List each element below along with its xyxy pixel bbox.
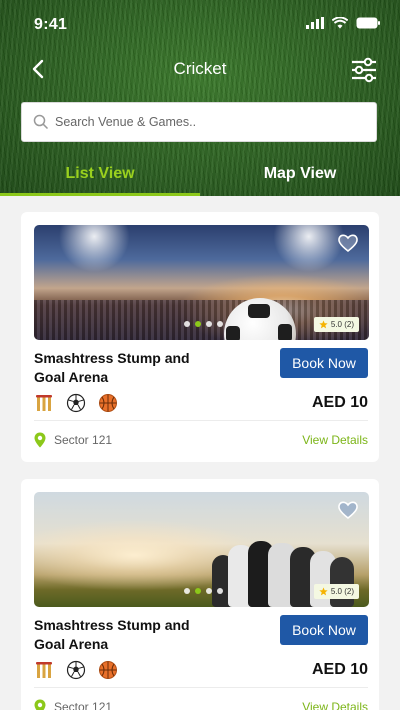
- location-pin-icon: [34, 432, 46, 448]
- status-icons: [306, 17, 380, 29]
- venue-image: 5.0 (2): [34, 225, 369, 340]
- venue-name: Smashtress Stump and Goal Arena: [34, 350, 190, 385]
- card-divider: [34, 687, 368, 688]
- book-now-button[interactable]: Book Now: [280, 615, 368, 645]
- carousel-dot[interactable]: [206, 321, 212, 327]
- page-title: Cricket: [173, 59, 227, 78]
- cricket-icon: [36, 662, 52, 678]
- header-background: 9:41 Cricket Search Venue & Games.. List…: [0, 0, 400, 196]
- carousel-dot-active[interactable]: [195, 588, 201, 594]
- carousel-dot[interactable]: [184, 321, 190, 327]
- venue-price: AED 10: [311, 394, 368, 411]
- favorite-icon[interactable]: [337, 500, 359, 520]
- venue-price: AED 10: [311, 661, 368, 678]
- venue-location: Sector 121: [54, 700, 113, 710]
- rating-value: 5.0 (2): [330, 320, 354, 329]
- carousel-dot[interactable]: [217, 321, 223, 327]
- favorite-icon[interactable]: [337, 233, 359, 253]
- venue-location: Sector 121: [54, 433, 113, 447]
- basketball-icon: [99, 661, 117, 679]
- filter-icon[interactable]: [350, 56, 378, 84]
- carousel-dots: [184, 321, 223, 327]
- location-row: Sector 121: [34, 699, 112, 710]
- view-tabs: List View Map View: [0, 156, 400, 196]
- sports-list: [34, 393, 118, 413]
- basketball-icon: [99, 394, 117, 412]
- rating-value: 5.0 (2): [330, 587, 354, 596]
- search-input[interactable]: [55, 103, 365, 141]
- sports-list: [34, 660, 118, 680]
- signal-icon: [306, 17, 324, 29]
- card-divider: [34, 420, 368, 421]
- view-details-link[interactable]: View Details: [302, 700, 368, 710]
- football-icon: [66, 660, 86, 680]
- venue-card[interactable]: 5.0 (2) Smashtress Stump and Goal Arena …: [21, 212, 379, 462]
- rating-badge: 5.0 (2): [313, 584, 359, 599]
- battery-icon: [356, 17, 380, 29]
- carousel-dots: [184, 588, 223, 594]
- football-icon: [66, 393, 86, 413]
- wifi-icon: [332, 17, 348, 29]
- carousel-dot[interactable]: [184, 588, 190, 594]
- tab-list-view[interactable]: List View: [0, 156, 200, 196]
- status-time: 9:41: [34, 16, 68, 33]
- active-tab-indicator: [0, 193, 200, 196]
- star-icon: [319, 320, 328, 329]
- cricket-icon: [36, 395, 52, 411]
- book-now-button[interactable]: Book Now: [280, 348, 368, 378]
- view-details-link[interactable]: View Details: [302, 433, 368, 447]
- search-icon: [33, 114, 49, 130]
- status-bar: 9:41: [0, 0, 400, 48]
- rating-badge: 5.0 (2): [313, 317, 359, 332]
- location-pin-icon: [34, 699, 46, 710]
- tab-map-view[interactable]: Map View: [200, 156, 400, 196]
- venue-image: 5.0 (2): [34, 492, 369, 607]
- carousel-dot-active[interactable]: [195, 321, 201, 327]
- search-box[interactable]: [21, 102, 377, 142]
- star-icon: [319, 587, 328, 596]
- carousel-dot[interactable]: [217, 588, 223, 594]
- location-row: Sector 121: [34, 432, 112, 448]
- venue-card[interactable]: 5.0 (2) Smashtress Stump and Goal Arena …: [21, 479, 379, 710]
- nav-bar: Cricket: [0, 52, 400, 86]
- venue-name: Smashtress Stump and Goal Arena: [34, 617, 190, 652]
- carousel-dot[interactable]: [206, 588, 212, 594]
